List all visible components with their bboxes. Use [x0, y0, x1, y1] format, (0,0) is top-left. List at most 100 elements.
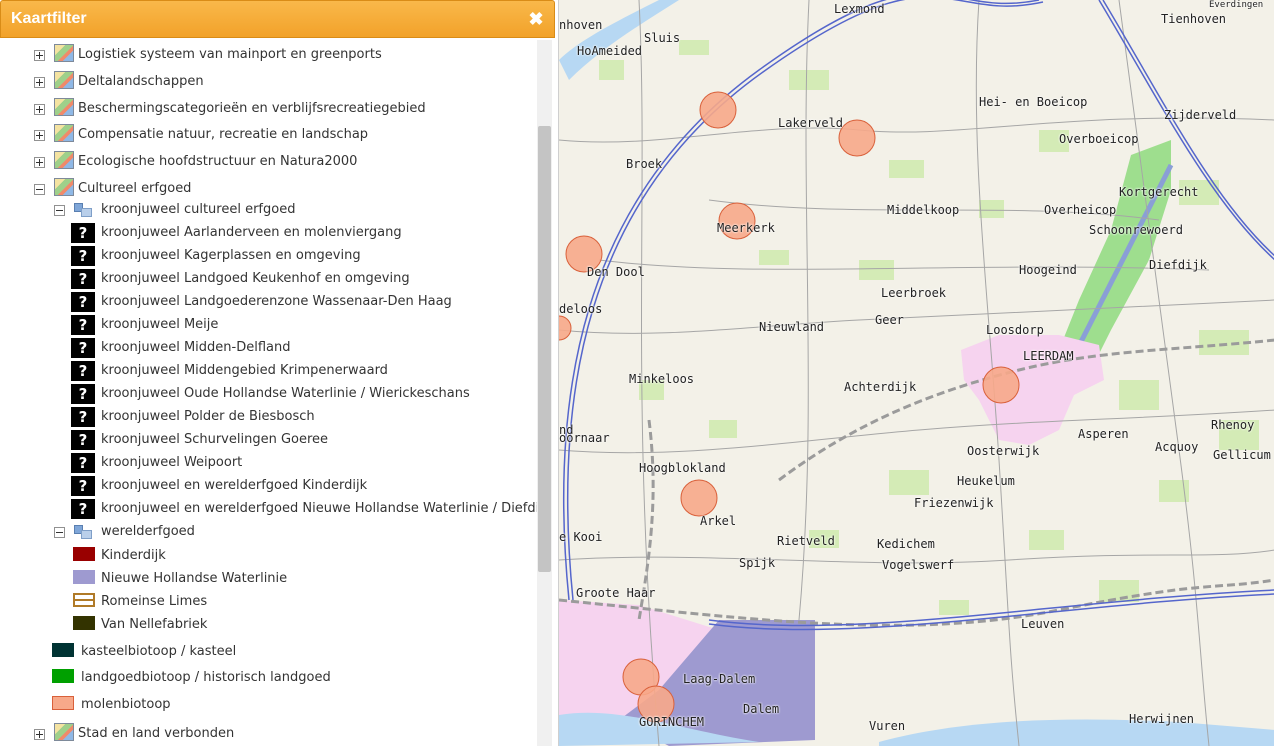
expand-icon[interactable] [34, 77, 45, 88]
tree-node-werelderfgoed-group[interactable]: werelderfgoed [54, 521, 534, 543]
legend-item-label[interactable]: Van Nellefabriek [101, 617, 207, 632]
expand-icon[interactable] [34, 729, 45, 740]
legend-item-label[interactable]: molenbiotoop [81, 697, 171, 712]
legend-item-kinderdijk[interactable]: Kinderdijk [71, 545, 534, 567]
tree-node-label[interactable]: Deltalandschappen [78, 74, 204, 89]
map-place-label: Schoonrewoerd [1089, 223, 1183, 237]
legend-item-kroonjuweel[interactable]: ? kroonjuweel Schurvelingen Goeree [71, 429, 534, 451]
tree-node-label[interactable]: Stad en land verbonden [78, 726, 234, 741]
tree-node-deltalandschappen[interactable]: Deltalandschappen [34, 71, 534, 93]
legend-item-label[interactable]: kroonjuweel Landgoed Keukenhof en omgevi… [101, 271, 410, 286]
legend-item-label[interactable]: kroonjuweel Middengebied Krimpenerwaard [101, 363, 388, 378]
tree-node-label[interactable]: Beschermingscategorieën en verblijfsrecr… [78, 101, 426, 116]
legend-item-label[interactable]: kroonjuweel Kagerplassen en omgeving [101, 248, 361, 263]
scrollbar-thumb[interactable] [538, 126, 551, 572]
tree-node-label[interactable]: Logistiek systeem van mainport en greenp… [78, 47, 382, 62]
map-place-label: Middelkoop [887, 203, 960, 217]
kaartfilter-panel: Kaartfilter ✖ Logistiek systeem van main… [0, 0, 557, 746]
map-place-label: Leerbroek [881, 286, 947, 300]
legend-item-label[interactable]: kroonjuweel Aarlanderveen en molenvierga… [101, 225, 402, 240]
unknown-symbol-icon: ? [71, 384, 95, 404]
unknown-symbol-icon: ? [71, 476, 95, 496]
legend-item-label[interactable]: kroonjuweel Oude Hollandse Waterlinie / … [101, 386, 470, 401]
map-place-label: e Kooi [559, 530, 603, 544]
map-place-label: HoAmeided [577, 44, 643, 58]
legend-item-kroonjuweel[interactable]: ? kroonjuweel Weipoort [71, 452, 534, 474]
tree-node-ecologische[interactable]: Ecologische hoofdstructuur en Natura2000 [34, 151, 534, 173]
map-place-label: LEERDAM [1023, 349, 1074, 363]
map-layer-icon [54, 98, 74, 116]
legend-item-kroonjuweel[interactable]: ? kroonjuweel Kagerplassen en omgeving [71, 245, 534, 267]
map-place-label: Geer [875, 313, 904, 327]
legend-item-label[interactable]: landgoedbiotoop / historisch landgoed [81, 670, 331, 685]
collapse-icon[interactable] [54, 527, 65, 538]
legend-item-label[interactable]: kroonjuweel en werelderfgoed Nieuwe Holl… [101, 501, 550, 516]
legend-item-label[interactable]: kroonjuweel Meije [101, 317, 218, 332]
legend-item-kroonjuweel[interactable]: ? kroonjuweel Midden-Delfland [71, 337, 534, 359]
legend-item-kroonjuweel[interactable]: ? kroonjuweel Landgoederenzone Wassenaar… [71, 291, 534, 313]
map-place-label: Everdingen [1209, 0, 1264, 10]
panel-header: Kaartfilter ✖ [0, 0, 555, 38]
legend-item-label[interactable]: kroonjuweel Polder de Biesbosch [101, 409, 315, 424]
legend-item-kroonjuweel[interactable]: ? kroonjuweel en werelderfgoed Nieuwe Ho… [71, 498, 550, 520]
map-place-label: Vuren [869, 719, 906, 733]
legend-item-label[interactable]: Kinderdijk [101, 548, 166, 563]
close-button[interactable]: ✖ [527, 9, 545, 29]
tree-node-logistiek[interactable]: Logistiek systeem van mainport en greenp… [34, 44, 534, 66]
legend-swatch [73, 547, 95, 561]
map-place-label: Groote Haar [576, 586, 656, 600]
legend-item-label[interactable]: kroonjuweel Schurvelingen Goeree [101, 432, 328, 447]
legend-item-label[interactable]: Nieuwe Hollandse Waterlinie [101, 571, 287, 586]
tree-node-label[interactable]: Compensatie natuur, recreatie en landsch… [78, 127, 368, 142]
map-place-label: Asperen [1078, 427, 1129, 441]
legend-item-label[interactable]: kroonjuweel Landgoederenzone Wassenaar-D… [101, 294, 452, 309]
legend-item-van-nellefabriek[interactable]: Van Nellefabriek [71, 614, 534, 636]
legend-swatch [73, 593, 95, 607]
unknown-symbol-icon: ? [71, 499, 95, 519]
expand-icon[interactable] [34, 130, 45, 141]
legend-item-label[interactable]: kroonjuweel Midden-Delfland [101, 340, 290, 355]
tree-node-beschermingscategorieen[interactable]: Beschermingscategorieën en verblijfsrecr… [34, 98, 534, 120]
expand-icon[interactable] [34, 50, 45, 61]
tree-node-label[interactable]: werelderfgoed [101, 524, 195, 539]
legend-item-kroonjuweel[interactable]: ? kroonjuweel Meije [71, 314, 534, 336]
map-place-label: Hoogeind [1019, 263, 1077, 277]
unknown-symbol-icon: ? [71, 430, 95, 450]
legend-item-landgoedbiotoop[interactable]: landgoedbiotoop / historisch landgoed [52, 667, 534, 689]
expand-icon[interactable] [34, 157, 45, 168]
legend-item-romeinse-limes[interactable]: Romeinse Limes [71, 591, 534, 613]
unknown-symbol-icon: ? [71, 269, 95, 289]
expand-icon[interactable] [34, 104, 45, 115]
legend-item-kasteelbiotoop[interactable]: kasteelbiotoop / kasteel [52, 641, 534, 663]
layer-group-icon [74, 525, 92, 539]
map-place-label: Meerkerk [717, 221, 775, 235]
collapse-icon[interactable] [34, 184, 45, 195]
legend-item-label[interactable]: Romeinse Limes [101, 594, 207, 609]
map-place-label: Overheicop [1044, 203, 1117, 217]
tree-node-label[interactable]: Ecologische hoofdstructuur en Natura2000 [78, 154, 357, 169]
map-place-label: deloos [559, 302, 603, 316]
tree-node-cultureel-erfgoed[interactable]: Cultureel erfgoed [34, 178, 534, 200]
legend-item-kroonjuweel[interactable]: ? kroonjuweel Polder de Biesbosch [71, 406, 534, 428]
legend-item-kroonjuweel[interactable]: ? kroonjuweel en werelderfgoed Kinderdij… [71, 475, 534, 497]
tree-node-kroonjuweel-group[interactable]: kroonjuweel cultureel erfgoed [54, 199, 534, 221]
tree-node-stad-en-land[interactable]: Stad en land verbonden [34, 723, 534, 745]
tree-node-label[interactable]: kroonjuweel cultureel erfgoed [101, 202, 295, 217]
tree-node-label[interactable]: Cultureel erfgoed [78, 181, 191, 196]
map-place-label: oornaar [559, 431, 610, 445]
legend-item-label[interactable]: kasteelbiotoop / kasteel [81, 644, 236, 659]
legend-item-kroonjuweel[interactable]: ? kroonjuweel Oude Hollandse Waterlinie … [71, 383, 534, 405]
tree-node-compensatie[interactable]: Compensatie natuur, recreatie en landsch… [34, 124, 534, 146]
legend-item-nieuwe-hollandse-waterlinie[interactable]: Nieuwe Hollandse Waterlinie [71, 568, 534, 590]
map-place-label: Hoogblokland [639, 461, 726, 475]
legend-item-molenbiotoop[interactable]: molenbiotoop [52, 694, 534, 716]
map-view[interactable]: Lexmond Tienhoven nhoven Sluis HoAmeided… [558, 0, 1274, 746]
legend-item-kroonjuweel[interactable]: ? kroonjuweel Aarlanderveen en molenvier… [71, 222, 534, 244]
unknown-symbol-icon: ? [71, 223, 95, 243]
legend-item-kroonjuweel[interactable]: ? kroonjuweel Middengebied Krimpenerwaar… [71, 360, 534, 382]
map-place-label: Hei- en Boeicop [979, 95, 1088, 109]
collapse-icon[interactable] [54, 205, 65, 216]
legend-item-kroonjuweel[interactable]: ? kroonjuweel Landgoed Keukenhof en omge… [71, 268, 534, 290]
legend-item-label[interactable]: kroonjuweel en werelderfgoed Kinderdijk [101, 478, 367, 493]
legend-item-label[interactable]: kroonjuweel Weipoort [101, 455, 242, 470]
